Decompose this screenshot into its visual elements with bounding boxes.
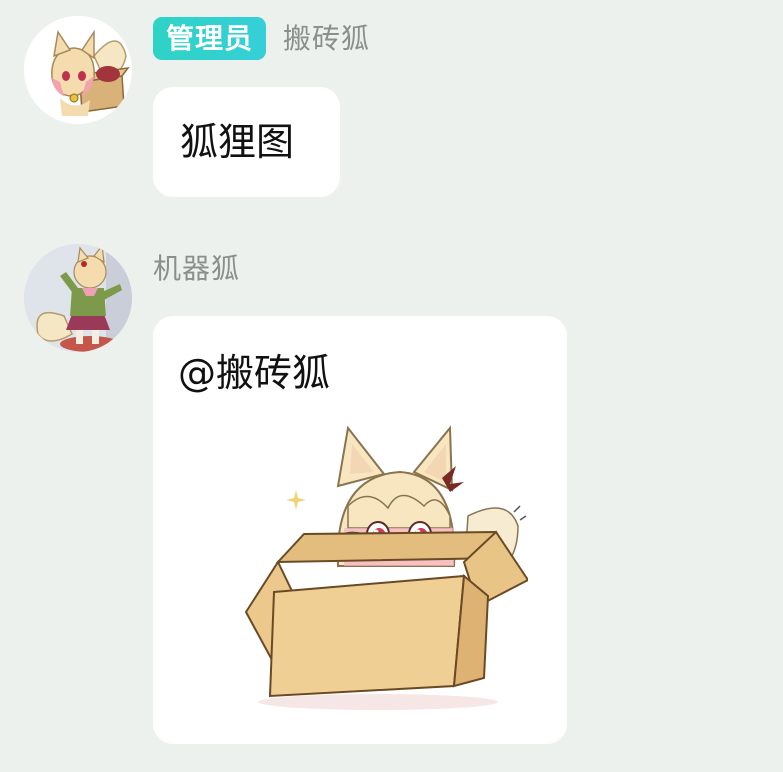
fox-girl-in-box-avatar-icon: [24, 16, 132, 124]
sender-name[interactable]: 搬砖狐: [283, 17, 370, 60]
message-text: @搬砖狐: [178, 351, 331, 395]
sender-avatar[interactable]: [24, 244, 132, 352]
fox-girl-box-sticker[interactable]: [188, 416, 528, 716]
admin-role-badge: 管理员: [153, 17, 267, 60]
sender-avatar[interactable]: [24, 16, 132, 124]
message-bubble[interactable]: @搬砖狐: [153, 316, 567, 744]
message-bubble[interactable]: 狐狸图: [153, 87, 340, 197]
fox-girl-dancing-avatar-icon: [24, 244, 132, 352]
sender-name[interactable]: 机器狐: [153, 247, 240, 290]
message-text: 狐狸图: [180, 120, 295, 164]
